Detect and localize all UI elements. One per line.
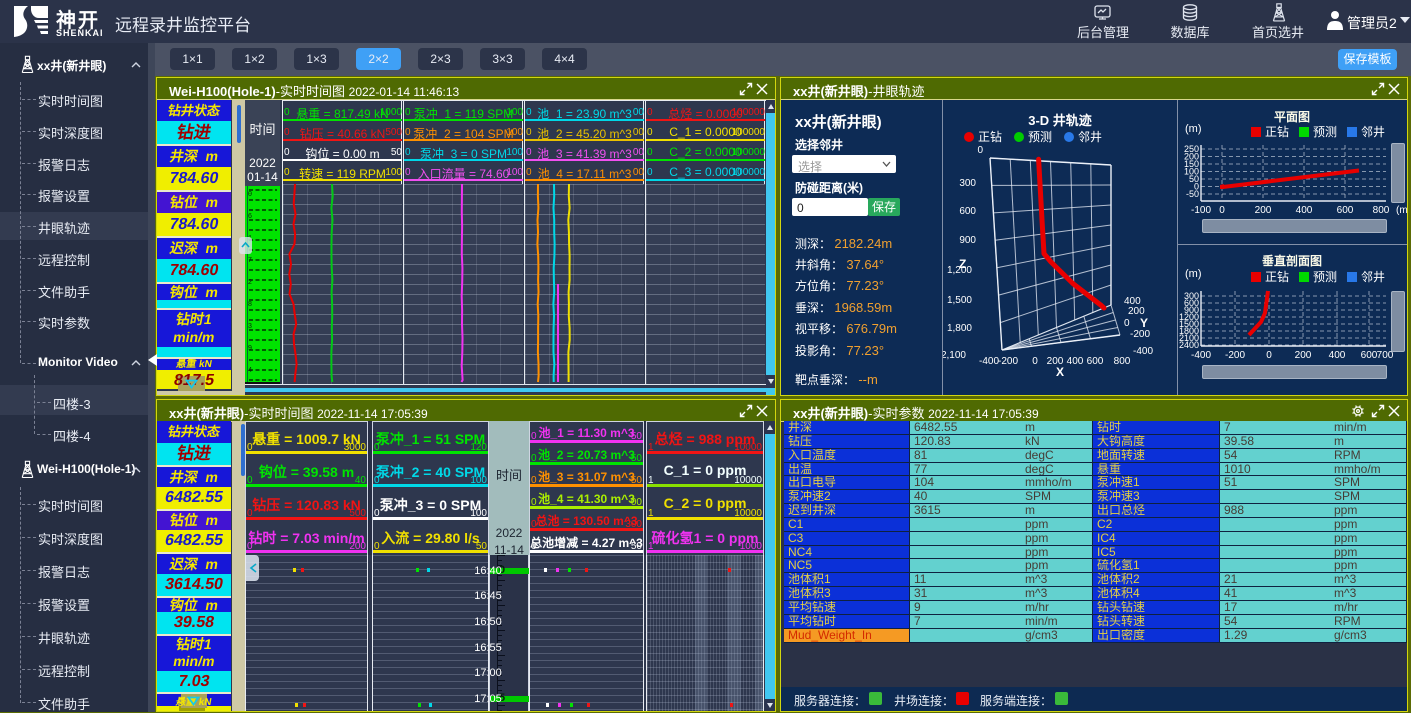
svg-text:X: X: [1056, 365, 1064, 379]
svg-text:0: 0: [1124, 318, 1130, 329]
svg-text:-200: -200: [998, 356, 1018, 367]
svg-text:300: 300: [959, 178, 976, 189]
svg-text:400: 400: [1067, 356, 1084, 367]
svg-text:800: 800: [1114, 356, 1131, 367]
svg-text:-400: -400: [1133, 346, 1153, 357]
svg-text:-400: -400: [1191, 350, 1211, 361]
svg-text:900: 900: [959, 235, 976, 246]
svg-text:0: 0: [977, 145, 983, 156]
svg-text:Y: Y: [1140, 316, 1148, 330]
svg-text:(m): (m): [1396, 205, 1407, 216]
svg-text:600: 600: [1361, 350, 1378, 361]
svg-text:2,100: 2,100: [943, 350, 966, 361]
svg-text:400: 400: [1296, 205, 1313, 216]
svg-text:0: 0: [1219, 205, 1225, 216]
svg-text:-100: -100: [1191, 205, 1211, 216]
svg-text:2400: 2400: [1179, 340, 1199, 350]
svg-text:600: 600: [959, 206, 976, 217]
svg-text:200: 200: [1255, 205, 1272, 216]
svg-text:0: 0: [1266, 350, 1272, 361]
svg-text:800: 800: [1373, 205, 1390, 216]
svg-text:Z: Z: [959, 257, 966, 271]
svg-text:-400: -400: [979, 356, 999, 367]
svg-text:-50: -50: [1186, 189, 1199, 199]
svg-text:0: 0: [1032, 356, 1038, 367]
svg-text:200: 200: [1295, 350, 1312, 361]
svg-text:600: 600: [1337, 205, 1354, 216]
svg-text:1,500: 1,500: [947, 295, 972, 306]
svg-text:-200: -200: [1225, 350, 1245, 361]
svg-text:600: 600: [1087, 356, 1104, 367]
svg-text:1,800: 1,800: [947, 323, 972, 334]
svg-text:400: 400: [1329, 350, 1346, 361]
svg-text:-200: -200: [1130, 329, 1150, 340]
